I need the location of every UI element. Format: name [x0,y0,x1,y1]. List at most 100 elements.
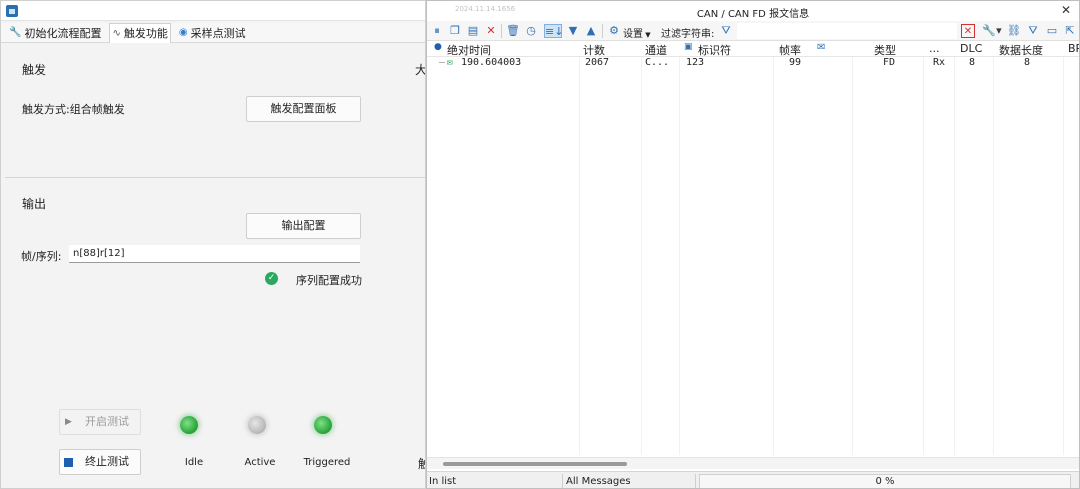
column-header-dlc[interactable]: DLC [960,42,982,55]
copy-icon[interactable]: ❐ [448,24,462,38]
link-icon[interactable]: ⛓ [1007,24,1021,38]
column-divider [852,57,853,455]
chevron-down-icon: ▼ [643,31,651,39]
column-header-direction[interactable]: ... [929,42,940,55]
trash-icon[interactable]: 🗑 [506,24,520,38]
sort-icon[interactable]: ≡↓ [544,24,563,38]
sequence-label: 帧/序列: [21,250,62,263]
triggered-label: Triggered [303,457,351,468]
funnel-icon[interactable]: ⛛ [719,24,733,38]
column-header-channel[interactable]: 通道 [645,42,667,58]
paste-icon[interactable]: ▤ [466,24,480,38]
settings-label: 设置 [623,29,643,40]
window-icon[interactable]: ▭ [1045,24,1059,38]
table-row[interactable]: — ✉ 190.604003 2067 C... 123 99 FD Rx 8 … [427,57,1079,71]
column-header-count[interactable]: 计数 [583,42,605,58]
tab-label: 初始化流程配置 [24,26,102,40]
stop-icon [64,458,73,467]
filter-input[interactable] [737,23,957,39]
export-icon[interactable]: ⇱ [1063,24,1077,38]
clear-filter-icon[interactable]: ✕ [961,24,975,38]
envelope-icon: ✉ [817,42,826,53]
status-bar: In list All Messages 0 % [427,471,1079,488]
column-header-identifier[interactable]: 标识符 [698,42,731,58]
column-header-br[interactable]: BR [1068,42,1079,55]
cell-abs-time: 190.604003 [461,57,522,68]
horizontal-scrollbar[interactable] [427,457,1079,469]
progress-bar: 0 % [699,474,1071,488]
column-divider [773,57,774,455]
tree-branch: — [439,57,446,68]
column-divider [923,57,924,455]
start-test-label: 开启测试 [85,415,129,428]
message-toolbar: ⏸ ❐ ▤ ✕ 🗑 ◷ ≡↓ ▼ ▲ ⚙ 设置 ▼ 过滤字符串: ⛛ ✕ 🔧▾ … [427,21,1079,41]
play-icon: ▶ [65,417,72,427]
tab-trigger-function[interactable]: ∿ 触发功能 [109,22,171,43]
column-divider [993,57,994,455]
clock-icon[interactable]: ◷ [524,24,538,38]
close-icon[interactable]: ✕ [1061,3,1071,17]
clipped-label: 大 [415,63,426,77]
clipped-bottom-label: 触 [418,455,425,472]
stop-test-label: 终止测试 [85,455,129,468]
column-divider [579,57,580,455]
pause-icon[interactable]: ⏸ [430,24,444,38]
column-divider [641,57,642,455]
column-header-type[interactable]: 类型 [874,42,896,58]
pulse-icon: ∿ [112,27,121,39]
message-icon: ✉ [447,57,454,68]
column-header-data-length[interactable]: 数据长度 [999,42,1043,58]
section-divider [5,177,425,178]
settings-menu[interactable]: 设置 ▼ [623,25,651,40]
trigger-config-panel-button[interactable]: 触发配置面板 [246,96,361,122]
tab-init-flow-config[interactable]: 🔧 初始化流程配置 [7,23,103,43]
wrench-icon: 🔧 [9,27,22,38]
clock-icon: ● [434,42,442,52]
cell-dlc: 8 [969,57,976,68]
message-grid-header: ● 绝对时间 计数 通道 ▣ 标识符 帧率 ✉ 类型 ... DLC 数据长度 … [427,41,1079,57]
idle-indicator-led [180,416,198,434]
column-divider [1063,57,1064,455]
cell-identifier: 123 [686,57,705,68]
column-header-frame-rate[interactable]: 帧率 [779,42,801,58]
tab-label: 采样点测试 [190,26,246,40]
success-check-icon: ✓ [265,272,278,285]
app-icon [6,5,18,17]
sequence-status-text: 序列配置成功 [296,274,362,287]
cell-direction: Rx [933,57,946,68]
column-divider [954,57,955,455]
tools-icon[interactable]: 🔧▾ [982,24,1002,38]
trigger-mode-label: 触发方式:组合帧触发 [22,103,125,116]
target-icon: ◉ [178,27,188,38]
cell-data-length: 8 [1024,57,1031,68]
status-all-messages: All Messages [564,474,696,488]
start-test-button[interactable]: ▶ 开启测试 [59,409,141,435]
column-header-abs-time[interactable]: 绝对时间 [447,42,491,58]
triggered-indicator-led [314,416,332,434]
output-config-button[interactable]: 输出配置 [246,213,361,239]
gear-icon[interactable]: ⚙ [607,24,621,38]
funnel-icon[interactable]: ⛛ [1026,24,1040,38]
column-divider [679,57,680,455]
tab-sample-point-test[interactable]: ◉ 采样点测试 [177,23,248,43]
cell-type: FD [883,57,896,68]
trigger-section-title: 触发 [22,63,47,77]
can-message-window: 2024.11.14.1656 CAN / CAN FD 报文信息 ✕ ⏸ ❐ … [426,0,1080,489]
toolbar-separator [602,24,603,38]
arrow-down-icon[interactable]: ▼ [566,24,580,38]
delete-icon[interactable]: ✕ [484,24,498,38]
sequence-input[interactable]: n[88]r[12] [69,245,360,263]
id-icon: ▣ [684,42,693,52]
right-titlebar: 2024.11.14.1656 CAN / CAN FD 报文信息 ✕ [427,1,1079,21]
status-in-list: In list [427,474,563,488]
arrow-up-icon[interactable]: ▲ [584,24,598,38]
stop-test-button[interactable]: 终止测试 [59,449,141,475]
cell-channel: C... [645,57,670,68]
output-section-title: 输出 [22,197,47,211]
tab-label: 触发功能 [123,27,168,40]
left-titlebar [1,1,425,21]
cell-frame-rate: 99 [789,57,802,68]
function-tabs: 🔧 初始化流程配置 ∿ 触发功能 ◉ 采样点测试 [1,22,425,43]
cell-count: 2067 [585,57,610,68]
scrollbar-thumb[interactable] [443,462,627,466]
